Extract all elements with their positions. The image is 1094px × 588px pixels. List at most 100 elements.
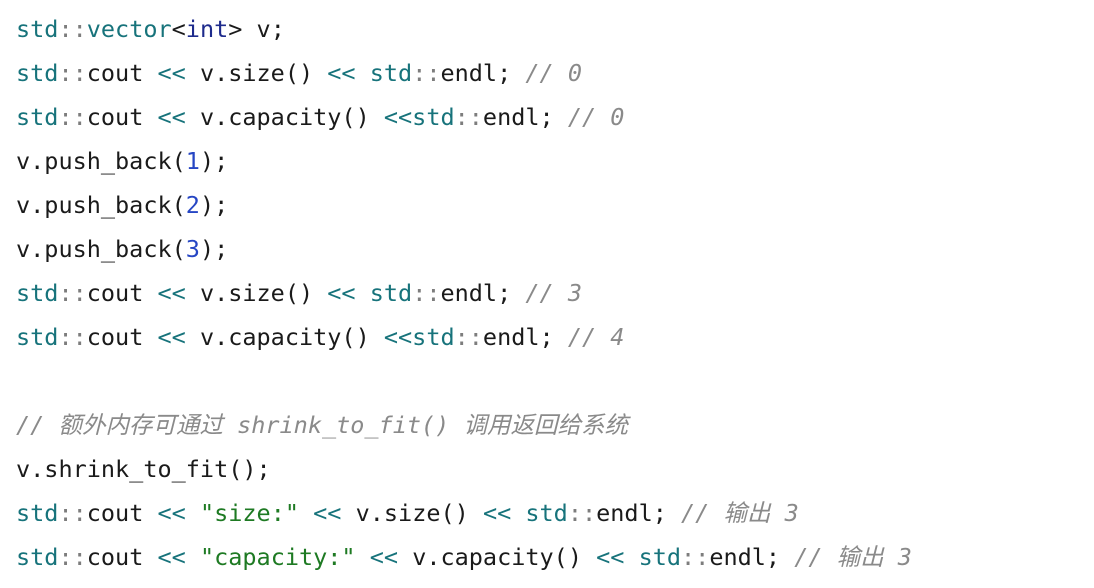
- code-token-comment: // 3: [525, 279, 582, 307]
- code-token-plain: );: [199, 147, 229, 175]
- code-token-plain: cout: [86, 499, 158, 527]
- code-token-comment: // 输出 3: [794, 543, 912, 571]
- code-token-str: "capacity:": [199, 543, 356, 571]
- code-token-ns: std: [369, 279, 413, 307]
- code-token-op: <<: [596, 543, 625, 571]
- code-token-plain: cout: [86, 323, 158, 351]
- code-token-sep: ::: [58, 279, 87, 307]
- code-line: std::cout << "capacity:" << v.capacity()…: [16, 535, 1086, 579]
- code-token-type: int: [185, 15, 229, 43]
- code-token-ns: std: [525, 499, 568, 527]
- code-token-sep: ::: [58, 323, 87, 351]
- code-token-op: <<: [157, 499, 186, 527]
- code-token-num: 2: [185, 191, 200, 219]
- code-token-plain: > v;: [228, 15, 285, 43]
- code-line: std::cout << "size:" << v.size() << std:…: [16, 491, 1086, 535]
- code-token-sep: ::: [681, 543, 710, 571]
- code-token-op: <<: [383, 323, 413, 351]
- code-token-ns: std: [369, 59, 413, 87]
- code-token-plain: v.push_back(: [16, 191, 186, 219]
- code-token-plain: cout: [86, 279, 158, 307]
- code-token-op: <<: [157, 323, 186, 351]
- code-token-plain: v.push_back(: [16, 147, 186, 175]
- code-token-ns: std: [412, 103, 455, 131]
- code-token-comment: // 0: [525, 59, 582, 87]
- code-token-plain: endl;: [440, 59, 526, 87]
- code-token-ns: std: [16, 15, 59, 43]
- code-token-ns: std: [16, 59, 59, 87]
- code-token-ns: std: [16, 323, 59, 351]
- code-token-plain: v.capacity(): [185, 103, 384, 131]
- code-token-op: <<: [157, 59, 186, 87]
- code-token-op: <<: [327, 279, 356, 307]
- code-line: // 额外内存可通过 shrink_to_fit() 调用返回给系统: [16, 403, 1086, 447]
- code-token-plain: v.size(): [185, 59, 328, 87]
- code-line: std::cout << v.capacity() <<std::endl; /…: [16, 315, 1086, 359]
- code-token-comment: // 输出 3: [681, 499, 799, 527]
- code-token-plain: cout: [86, 543, 158, 571]
- code-token-plain: v.capacity(): [398, 543, 597, 571]
- code-token-plain: v.shrink_to_fit();: [16, 455, 271, 483]
- code-editor[interactable]: std::vector<int> v; std::cout << v.size()…: [16, 7, 1086, 579]
- code-line: std::cout << v.size() << std::endl; // 3: [16, 271, 1086, 315]
- code-token-plain: );: [199, 191, 229, 219]
- code-token-plain: cout: [86, 59, 158, 87]
- code-token-plain: <: [171, 15, 186, 43]
- code-token-op: <<: [157, 543, 186, 571]
- code-line: std::cout << v.size() << std::endl; // 0: [16, 51, 1086, 95]
- code-token-op: <<: [157, 279, 186, 307]
- code-token-ns: vector: [86, 15, 172, 43]
- code-line: v.push_back(3);: [16, 227, 1086, 271]
- code-token-op: <<: [313, 499, 342, 527]
- code-token-sep: ::: [58, 15, 87, 43]
- code-token-comment: // 额外内存可通过 shrink_to_fit() 调用返回给系统: [16, 411, 628, 439]
- code-token-plain: endl;: [596, 499, 682, 527]
- code-token-plain: endl;: [440, 279, 526, 307]
- code-token-sep: ::: [58, 543, 87, 571]
- code-token-str: "size:": [199, 499, 299, 527]
- code-token-ns: std: [16, 499, 59, 527]
- code-token-plain: cout: [86, 103, 158, 131]
- code-token-sep: ::: [454, 103, 483, 131]
- code-line: std::vector<int> v;: [16, 7, 1086, 51]
- code-token-comment: // 4: [567, 323, 625, 351]
- code-token-plain: );: [199, 235, 229, 263]
- code-line: v.push_back(1);: [16, 139, 1086, 183]
- code-token-ns: std: [16, 279, 59, 307]
- code-token-ns: std: [16, 543, 59, 571]
- code-token-plain: v.size(): [185, 279, 328, 307]
- code-token-sep: ::: [58, 499, 87, 527]
- code-token-plain: v.size(): [341, 499, 483, 527]
- code-token-op: <<: [157, 103, 186, 131]
- code-line: std::cout << v.capacity() <<std::endl; /…: [16, 95, 1086, 139]
- code-line: v.push_back(2);: [16, 183, 1086, 227]
- code-token-plain: endl;: [482, 323, 568, 351]
- code-token-plain: endl;: [482, 103, 568, 131]
- code-token-op: <<: [369, 543, 399, 571]
- code-token-sep: ::: [412, 279, 441, 307]
- code-line: v.shrink_to_fit();: [16, 447, 1086, 491]
- code-token-comment: // 0: [567, 103, 625, 131]
- code-token-sep: ::: [412, 59, 441, 87]
- code-token-plain: v.capacity(): [185, 323, 384, 351]
- code-token-plain: v.push_back(: [16, 235, 186, 263]
- code-token-num: 1: [185, 147, 200, 175]
- code-token-num: 3: [185, 235, 200, 263]
- code-token-sep: ::: [58, 103, 87, 131]
- code-token-op: <<: [383, 103, 413, 131]
- code-token-op: <<: [327, 59, 356, 87]
- code-token-ns: std: [638, 543, 682, 571]
- code-token-plain: endl;: [709, 543, 795, 571]
- code-token-sep: ::: [454, 323, 483, 351]
- code-token-op: <<: [482, 499, 512, 527]
- code-token-ns: std: [412, 323, 455, 351]
